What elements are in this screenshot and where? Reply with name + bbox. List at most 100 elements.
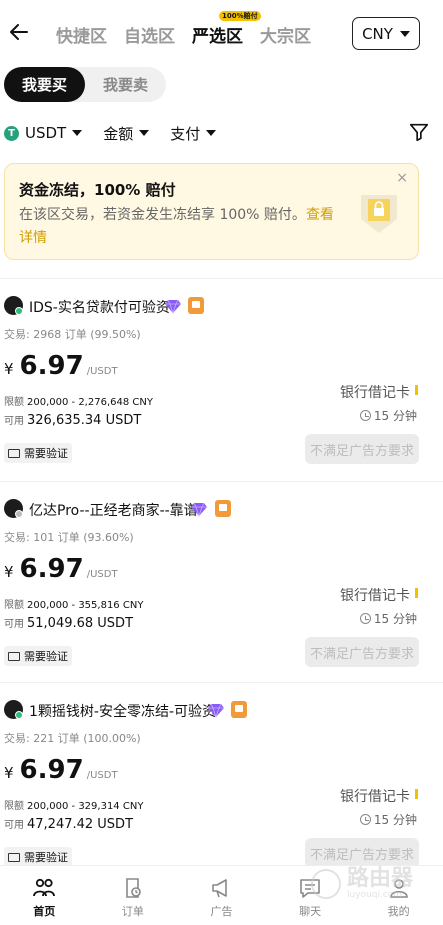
limit-row: 限额 200,000 - 329,314 CNY bbox=[4, 797, 143, 812]
zone-tabs: 快捷区 自选区 严选区 100%赔付 大宗区 bbox=[56, 11, 328, 47]
diamond-badge-icon bbox=[165, 299, 181, 314]
payment-color-bar bbox=[415, 385, 418, 395]
currency-symbol: ¥ bbox=[4, 563, 14, 581]
diamond-badge-icon bbox=[208, 703, 224, 718]
banner-description: 在该区交易，若资金发生冻结享 100% 赔付。 bbox=[19, 207, 306, 223]
nav-orders[interactable]: 订单 bbox=[89, 866, 178, 925]
limit-row: 限额 200,000 - 355,816 CNY bbox=[4, 596, 143, 611]
payment-time-value: 15 分钟 bbox=[373, 612, 417, 626]
banner-title: 资金冻结，100% 赔付 bbox=[19, 181, 176, 199]
trade-stats: 交易: 2968 订单 (99.50%) bbox=[4, 328, 141, 341]
currency-value: CNY bbox=[362, 24, 393, 43]
payment-time-value: 15 分钟 bbox=[373, 813, 417, 827]
currency-symbol: ¥ bbox=[4, 360, 14, 378]
merchant-name[interactable]: IDS-实名贷款付可验资 bbox=[29, 297, 170, 317]
requirement-not-met-button[interactable]: 不满足广告方要求 bbox=[305, 434, 419, 464]
verification-tag: 需要验证 bbox=[4, 847, 72, 867]
price-row: ¥6.97/USDT bbox=[4, 755, 118, 785]
available-row: 可用 47,247.42 USDT bbox=[4, 816, 133, 832]
caret-down-icon bbox=[206, 130, 217, 136]
available-label: 可用 bbox=[4, 820, 24, 831]
available-value: 47,247.42 USDT bbox=[27, 817, 134, 832]
price-row: ¥6.97/USDT bbox=[4, 554, 118, 584]
available-row: 可用 326,635.34 USDT bbox=[4, 412, 141, 428]
coin-filter[interactable]: T USDT bbox=[4, 124, 83, 142]
id-card-icon bbox=[8, 448, 20, 458]
sell-tab[interactable]: 我要卖 bbox=[85, 67, 166, 102]
online-status-dot bbox=[15, 307, 23, 315]
price-value: 6.97 bbox=[19, 755, 84, 785]
currency-select[interactable]: CNY bbox=[352, 17, 420, 50]
available-label: 可用 bbox=[4, 416, 24, 427]
nav-orders-label: 订单 bbox=[121, 905, 144, 918]
close-icon[interactable]: × bbox=[396, 170, 408, 186]
nav-ads-label: 广告 bbox=[210, 905, 233, 918]
payment-color-bar bbox=[415, 789, 418, 799]
tab-strict-select[interactable]: 严选区 100%赔付 bbox=[192, 11, 261, 47]
filter-bar: T USDT 金额 支付 bbox=[4, 120, 434, 146]
online-status-dot bbox=[15, 711, 23, 719]
compensation-badge: 100%赔付 bbox=[219, 11, 261, 21]
clock-icon bbox=[359, 613, 371, 624]
caret-down-icon bbox=[72, 130, 83, 136]
diamond-badge-icon bbox=[191, 502, 207, 517]
payment-filter-label: 支付 bbox=[170, 124, 201, 143]
banner-text: 在该区交易，若资金发生冻结享 100% 赔付。查看详情 bbox=[19, 204, 344, 250]
buy-sell-toggle: 我要买 我要卖 bbox=[4, 67, 166, 102]
funnel-filter-icon[interactable] bbox=[408, 121, 430, 143]
watermark-logo-icon bbox=[311, 869, 341, 899]
limit-value: 200,000 - 2,276,648 CNY bbox=[27, 397, 153, 408]
payment-method: 银行借记卡 bbox=[340, 588, 410, 604]
listing-card[interactable]: 亿达Pro--正经老商家--靠谱交易: 101 订单 (93.60%) ¥6.97… bbox=[0, 481, 443, 681]
tab-quick[interactable]: 快捷区 bbox=[56, 22, 107, 47]
merchant-name[interactable]: 1颗摇钱树-安全零冻结-可验资 bbox=[29, 701, 216, 721]
watermark-text: 路由器 bbox=[347, 866, 414, 891]
clock-icon bbox=[359, 410, 371, 421]
listing-card[interactable]: 1颗摇钱树-安全零冻结-可验资交易: 221 订单 (100.00%) ¥6.97… bbox=[0, 682, 443, 882]
listing-card[interactable]: IDS-实名贷款付可验资 交易: 2968 订单 (99.50%) ¥6.97/US… bbox=[0, 278, 443, 478]
available-label: 可用 bbox=[4, 619, 24, 630]
requirement-not-met-button[interactable]: 不满足广告方要求 bbox=[305, 637, 419, 667]
watermark-text-group: 路由器 luyouqi.com bbox=[347, 866, 414, 901]
verification-tag: 需要验证 bbox=[4, 443, 72, 463]
nav-ads[interactable]: 广告 bbox=[177, 866, 266, 925]
back-arrow-icon[interactable] bbox=[7, 20, 31, 44]
offline-status-dot bbox=[15, 510, 23, 518]
tether-icon: T bbox=[4, 125, 19, 141]
buy-tab[interactable]: 我要买 bbox=[4, 67, 85, 102]
watermark: 路由器 luyouqi.com bbox=[311, 862, 431, 906]
amount-filter-label: 金额 bbox=[103, 124, 134, 143]
limit-row: 限额 200,000 - 2,276,648 CNY bbox=[4, 393, 153, 408]
verified-merchant-icon bbox=[188, 297, 204, 314]
limit-label: 限额 bbox=[4, 397, 24, 408]
merchant-name[interactable]: 亿达Pro--正经老商家--靠谱 bbox=[29, 500, 198, 520]
coin-filter-label: USDT bbox=[25, 124, 67, 142]
nav-home[interactable]: 首页 bbox=[0, 866, 89, 925]
trade-stats: 交易: 101 订单 (93.60%) bbox=[4, 531, 134, 544]
payment-filter[interactable]: 支付 bbox=[170, 123, 217, 144]
currency-symbol: ¥ bbox=[4, 764, 14, 782]
trade-stats: 交易: 221 订单 (100.00%) bbox=[4, 732, 141, 745]
verification-label: 需要验证 bbox=[24, 447, 68, 460]
clock-icon bbox=[359, 814, 371, 825]
tab-self-select[interactable]: 自选区 bbox=[124, 22, 175, 47]
caret-down-icon bbox=[139, 130, 150, 136]
payment-time: 15 分钟 bbox=[359, 407, 417, 424]
nav-home-label: 首页 bbox=[33, 905, 56, 918]
home-people-icon bbox=[33, 878, 56, 897]
available-value: 326,635.34 USDT bbox=[27, 413, 142, 428]
price-value: 6.97 bbox=[19, 351, 84, 381]
tab-bulk[interactable]: 大宗区 bbox=[260, 22, 311, 47]
limit-value: 200,000 - 355,816 CNY bbox=[27, 600, 144, 611]
top-header: 快捷区 自选区 严选区 100%赔付 大宗区 CNY bbox=[0, 0, 443, 66]
payment-time-value: 15 分钟 bbox=[373, 409, 417, 423]
amount-filter[interactable]: 金额 bbox=[103, 123, 150, 144]
verification-label: 需要验证 bbox=[24, 851, 68, 864]
payment-method: 银行借记卡 bbox=[340, 385, 410, 401]
payment-color-bar bbox=[415, 588, 418, 598]
verified-merchant-icon bbox=[215, 500, 231, 517]
id-card-icon bbox=[8, 852, 20, 862]
price-value: 6.97 bbox=[19, 554, 84, 584]
verification-tag: 需要验证 bbox=[4, 646, 72, 666]
price-unit: /USDT bbox=[86, 770, 118, 781]
